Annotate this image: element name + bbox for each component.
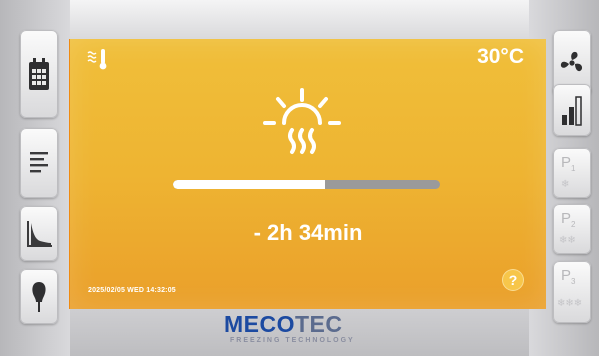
preset-1-button[interactable]: P1 ❄	[553, 148, 591, 198]
probe-icon	[32, 281, 46, 312]
display-screen: 30°C - 2h 34min 2025/02/05 WED 14:32:05 …	[70, 39, 546, 309]
preset-3-label: P3	[561, 267, 576, 286]
preset-1-label: P1	[561, 154, 576, 173]
curve-chart-icon	[27, 220, 52, 247]
brand-tagline: FREEZING TECHNOLOGY	[230, 337, 355, 344]
power-level-button[interactable]	[553, 84, 591, 136]
preset-3-button[interactable]: P3 ❄❄❄	[553, 261, 591, 323]
temperature-readout: 30°C	[477, 45, 524, 68]
calendar-icon	[29, 58, 49, 90]
calendar-button[interactable]	[20, 30, 58, 118]
brand-logo: MECOTEC FREEZING TECHNOLOGY	[224, 312, 355, 344]
list-icon	[30, 152, 48, 173]
preset-2-label: P2	[561, 210, 576, 229]
program-list-button[interactable]	[20, 128, 58, 198]
snowflake-icon: ❄❄	[559, 235, 576, 246]
thawing-sun-icon	[263, 88, 341, 154]
heating-mode-icon	[87, 49, 107, 70]
frame-top	[0, 0, 599, 44]
progress-fill	[173, 180, 326, 189]
fan-icon	[560, 51, 583, 72]
progress-bar	[173, 180, 440, 189]
brand-name-part2: TEC	[295, 311, 343, 337]
snowflake-icon: ❄❄❄	[557, 298, 583, 309]
remaining-time: - 2h 34min	[253, 220, 363, 245]
help-button[interactable]: ?	[502, 269, 524, 291]
signal-level-icon	[562, 96, 582, 126]
probe-button[interactable]	[20, 269, 58, 324]
brand-name-part1: MECO	[224, 311, 295, 337]
datetime-readout: 2025/02/05 WED 14:32:05	[88, 287, 176, 294]
curve-button[interactable]	[20, 206, 58, 261]
preset-2-button[interactable]: P2 ❄❄	[553, 204, 591, 254]
snowflake-icon: ❄	[561, 179, 570, 190]
